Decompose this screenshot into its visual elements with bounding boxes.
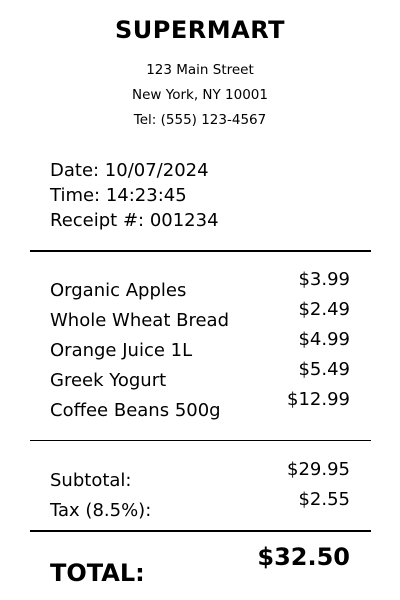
store-phone: Tel: (555) 123-4567 (133, 112, 267, 128)
subtotal-value: $29.95 (287, 459, 350, 480)
divider (30, 530, 371, 532)
item-price: $4.99 (298, 329, 350, 350)
item-name: Orange Juice 1L (50, 340, 193, 361)
receipt-time: Time: 14:23:45 (50, 185, 187, 206)
total-label: TOTAL: (50, 559, 145, 587)
store-city: New York, NY 10001 (132, 87, 268, 103)
item-price: $2.49 (298, 299, 350, 320)
item-name: Organic Apples (50, 280, 187, 301)
store-name: SUPERMART (115, 16, 285, 44)
divider (30, 250, 371, 252)
receipt-date: Date: 10/07/2024 (50, 160, 209, 181)
item-name: Whole Wheat Bread (50, 310, 229, 331)
subtotal-label: Subtotal: (50, 470, 132, 491)
store-address: 123 Main Street (146, 62, 254, 78)
receipt-number: Receipt #: 001234 (50, 210, 219, 231)
tax-value: $2.55 (298, 489, 350, 510)
total-value: $32.50 (257, 543, 350, 571)
item-price: $3.99 (298, 269, 350, 290)
divider (30, 440, 371, 441)
item-name: Coffee Beans 500g (50, 400, 221, 421)
item-price: $5.49 (298, 359, 350, 380)
item-price: $12.99 (287, 389, 350, 410)
tax-label: Tax (8.5%): (50, 500, 152, 521)
item-name: Greek Yogurt (50, 370, 167, 391)
